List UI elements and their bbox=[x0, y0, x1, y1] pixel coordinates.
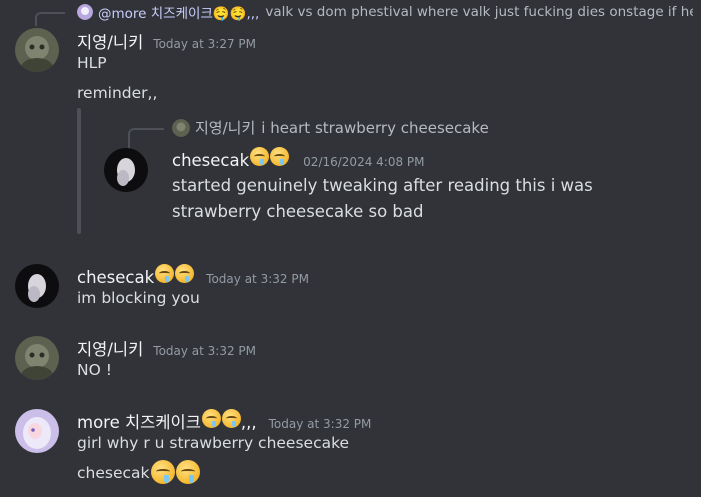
quote-avatar[interactable] bbox=[104, 148, 148, 192]
message-header: 지영/니키 Today at 3:27 PM bbox=[77, 29, 256, 53]
quote-reply-preview[interactable]: 지영/니키 i heart strawberry cheesecake bbox=[172, 117, 489, 138]
message-text: girl why r u strawberry cheesecake bbox=[77, 434, 350, 452]
reply-preview[interactable]: @more 치즈케이크🤤🤤,,, valk vs dom phestival w… bbox=[77, 1, 693, 23]
message-text: reminder,, bbox=[77, 84, 158, 102]
reply-text[interactable]: valk vs dom phestival where valk just fu… bbox=[265, 4, 693, 20]
avatar[interactable] bbox=[15, 264, 59, 308]
message-header: chesecak Today at 3:32 PM bbox=[77, 264, 309, 287]
drooling-face-emoji bbox=[201, 409, 221, 428]
message-header: 지영/니키 Today at 3:32 PM bbox=[77, 336, 256, 360]
drooling-face-emoji bbox=[250, 147, 270, 166]
message-header: more 치즈케이크 ,,, Today at 3:32 PM bbox=[77, 409, 371, 433]
quote-bar bbox=[77, 108, 81, 234]
quote-text: strawberry cheesecake so bad bbox=[172, 202, 424, 221]
timestamp: Today at 3:32 PM bbox=[206, 272, 309, 286]
timestamp: Today at 3:32 PM bbox=[268, 417, 372, 431]
drooling-face-emoji bbox=[175, 264, 195, 283]
quote-reply-text[interactable]: i heart strawberry cheesecake bbox=[261, 119, 489, 137]
avatar[interactable] bbox=[15, 28, 59, 72]
message-text-word: chesecak bbox=[77, 464, 150, 482]
message-text: NO ! bbox=[77, 361, 112, 379]
username[interactable]: 지영/니키 bbox=[77, 29, 143, 53]
quote-reply-avatar bbox=[172, 118, 190, 137]
quote-reply-spine bbox=[128, 128, 164, 150]
reply-avatar bbox=[77, 4, 93, 20]
quote-text: started genuinely tweaking after reading… bbox=[172, 176, 593, 195]
drooling-face-emoji bbox=[175, 460, 200, 484]
timestamp: Today at 3:27 PM bbox=[153, 37, 257, 51]
message-text: chesecak bbox=[77, 460, 200, 484]
message-text: im blocking you bbox=[77, 289, 200, 307]
avatar[interactable] bbox=[15, 409, 59, 453]
timestamp: Today at 3:32 PM bbox=[153, 344, 257, 358]
username[interactable]: 지영/니키 bbox=[77, 336, 143, 360]
drooling-face-emoji bbox=[150, 460, 175, 484]
quote-reply-author[interactable]: 지영/니키 bbox=[195, 117, 255, 138]
reply-author[interactable]: @more 치즈케이크🤤🤤,,, bbox=[98, 2, 259, 22]
quote-username[interactable]: chesecak bbox=[172, 151, 249, 170]
drooling-face-emoji bbox=[270, 147, 290, 166]
reply-spine bbox=[35, 12, 65, 26]
username[interactable]: chesecak bbox=[77, 268, 154, 287]
drooling-face-emoji bbox=[221, 409, 241, 428]
username-suffix[interactable]: ,,, bbox=[241, 413, 257, 432]
avatar[interactable] bbox=[15, 336, 59, 380]
drooling-face-emoji bbox=[155, 264, 175, 283]
quote-header: chesecak 02/16/2024 4:08 PM bbox=[172, 147, 425, 170]
username[interactable]: more 치즈케이크 bbox=[77, 409, 201, 433]
quote-timestamp: 02/16/2024 4:08 PM bbox=[303, 155, 425, 169]
message-text: HLP bbox=[77, 54, 107, 72]
